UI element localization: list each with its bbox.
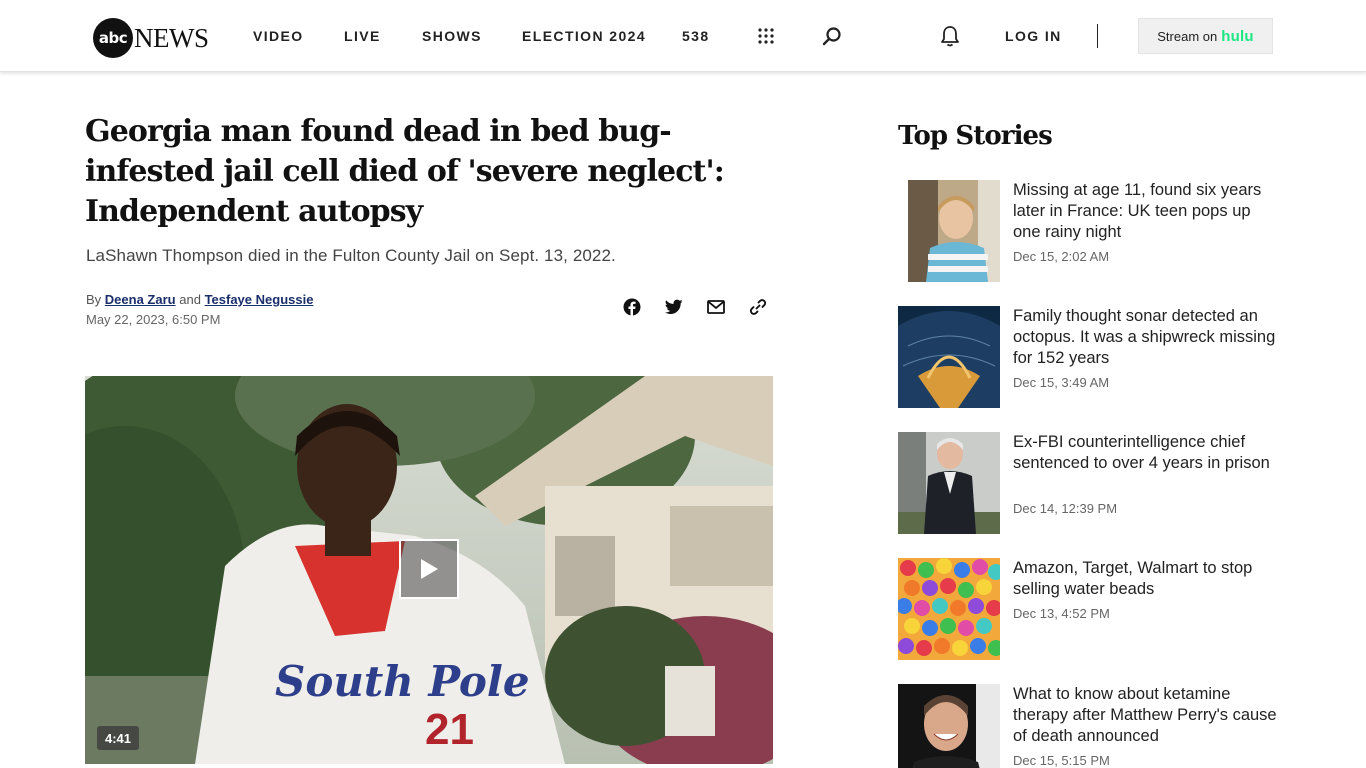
facebook-icon[interactable] — [622, 297, 642, 317]
story-thumbnail — [898, 432, 1000, 534]
top-story-item[interactable]: Missing at age 11, found six years later… — [898, 180, 1278, 282]
story-title[interactable]: Missing at age 11, found six years later… — [1013, 180, 1281, 243]
byline-and: and — [179, 292, 201, 307]
article-headline: Georgia man found dead in bed bug-infest… — [85, 114, 725, 229]
search-icon[interactable] — [820, 24, 844, 48]
site-header: abc NEWS VIDEO LIVE SHOWS ELECTION 2024 … — [0, 0, 1366, 72]
logo-news-text: NEWS — [134, 22, 209, 53]
article-subheadline: LaShawn Thompson died in the Fulton Coun… — [86, 246, 616, 265]
video-duration-badge: 4:41 — [97, 726, 140, 750]
top-story-item[interactable]: Ex-FBI counterintelligence chief sentenc… — [898, 432, 1278, 534]
byline: By Deena Zaru and Tesfaye Negussie — [86, 292, 313, 307]
nav-shows[interactable]: SHOWS — [422, 28, 482, 44]
story-title[interactable]: Amazon, Target, Walmart to stop selling … — [1013, 558, 1281, 600]
top-story-item[interactable]: Family thought sonar detected an octopus… — [898, 306, 1278, 408]
story-time: Dec 15, 5:15 PM — [1013, 753, 1110, 768]
story-title[interactable]: What to know about ketamine therapy afte… — [1013, 684, 1281, 747]
bell-icon[interactable] — [938, 23, 962, 49]
top-story-item[interactable]: What to know about ketamine therapy afte… — [898, 684, 1278, 768]
nav-538[interactable]: 538 — [682, 28, 710, 44]
nav-video[interactable]: VIDEO — [253, 28, 304, 44]
header-divider — [1097, 24, 1098, 48]
publish-date: May 22, 2023, 6:50 PM — [86, 312, 221, 327]
story-thumbnail — [898, 558, 1000, 660]
story-title[interactable]: Family thought sonar detected an octopus… — [1013, 306, 1281, 369]
story-thumbnail — [898, 684, 1000, 768]
svg-text:21: 21 — [425, 705, 474, 754]
nav-live[interactable]: LIVE — [344, 28, 381, 44]
story-title[interactable]: Ex-FBI counterintelligence chief sentenc… — [1013, 432, 1281, 474]
story-time: Dec 15, 2:02 AM — [1013, 249, 1110, 264]
abc-logo-circle: abc — [93, 18, 133, 58]
apps-grid-icon[interactable] — [754, 24, 778, 48]
link-icon[interactable] — [748, 297, 768, 317]
story-time: Dec 15, 3:49 AM — [1013, 375, 1110, 390]
top-stories-heading: Top Stories — [898, 121, 1053, 151]
twitter-icon[interactable] — [664, 297, 684, 317]
story-thumbnail — [898, 306, 1000, 408]
top-story-item[interactable]: Amazon, Target, Walmart to stop selling … — [898, 558, 1278, 660]
author-link-tesfaye-negussie[interactable]: Tesfaye Negussie — [205, 292, 314, 307]
login-link[interactable]: LOG IN — [1005, 28, 1062, 44]
story-thumbnail — [908, 180, 1000, 282]
email-icon[interactable] — [706, 297, 726, 317]
stream-on-hulu-button[interactable]: Stream on hulu — [1138, 18, 1273, 54]
stream-on-label: Stream on — [1157, 28, 1218, 44]
byline-by: By — [86, 292, 102, 307]
story-time: Dec 14, 12:39 PM — [1013, 501, 1118, 516]
story-time: Dec 13, 4:52 PM — [1013, 606, 1110, 621]
nav-election-2024[interactable]: ELECTION 2024 — [522, 28, 646, 44]
play-button[interactable] — [399, 539, 459, 599]
hulu-logo: hulu — [1221, 27, 1254, 45]
author-link-deena-zaru[interactable]: Deena Zaru — [105, 292, 176, 307]
abc-news-logo[interactable]: abc NEWS — [93, 18, 209, 58]
play-icon — [421, 559, 438, 579]
svg-text:South Pole: South Pole — [275, 657, 530, 706]
